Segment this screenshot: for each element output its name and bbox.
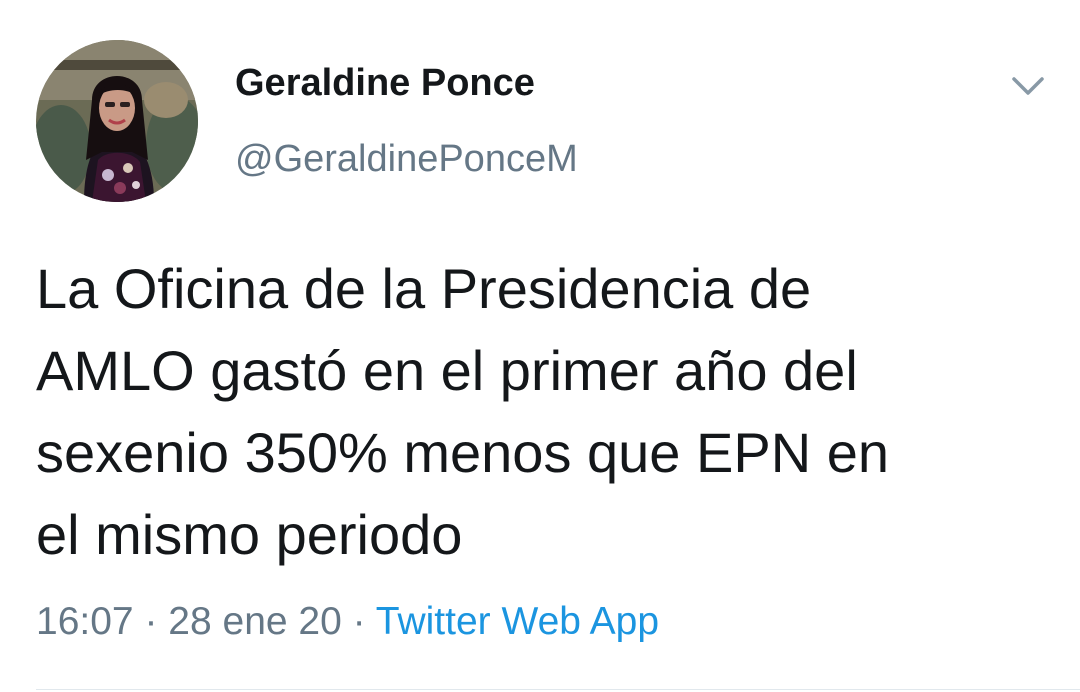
separator: · — [144, 600, 158, 643]
author-display-name[interactable]: Geraldine Ponce — [235, 62, 535, 105]
tweet-source-link[interactable]: Twitter Web App — [376, 600, 659, 643]
tweet-text: La Oficina de la Presidencia de AMLO gas… — [36, 257, 889, 566]
tweet-date[interactable]: 28 ene 20 — [168, 600, 342, 643]
chevron-down-icon[interactable] — [1008, 66, 1048, 106]
avatar[interactable] — [36, 40, 198, 202]
profile-photo-icon — [36, 40, 198, 202]
author-handle[interactable]: @GeraldinePonceM — [235, 138, 578, 181]
tweet-time[interactable]: 16:07 — [36, 600, 134, 643]
separator: · — [352, 600, 366, 643]
tweet[interactable]: Geraldine Ponce @GeraldinePonceM La Ofic… — [0, 0, 1080, 692]
tweet-metadata: 16:07 · 28 ene 20 · Twitter Web App — [36, 600, 659, 644]
divider — [36, 689, 1080, 690]
